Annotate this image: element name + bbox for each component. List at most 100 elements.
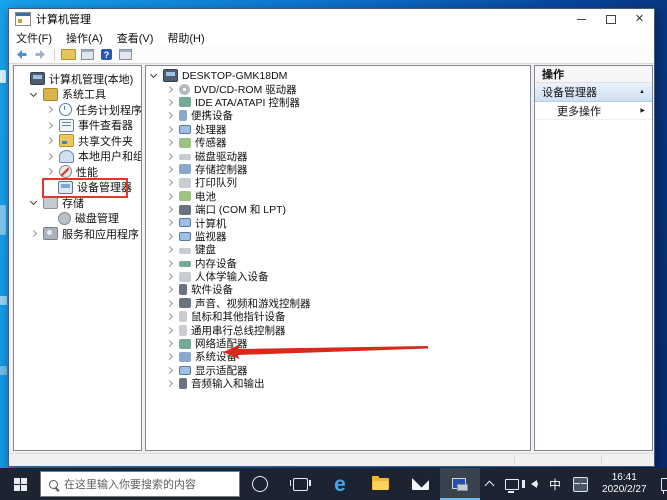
task-view-button[interactable] [280, 468, 320, 500]
more-actions-item[interactable]: 更多操作 ▶ [535, 102, 652, 120]
chevron-right-icon[interactable] [46, 106, 53, 113]
console-tree-icon[interactable] [61, 48, 76, 61]
device-row-ports[interactable]: 端口 (COM 和 LPT) [146, 203, 530, 216]
keyboard-layout-button[interactable] [567, 468, 594, 500]
chevron-right-icon[interactable] [166, 367, 173, 374]
chevron-right-icon[interactable] [166, 112, 173, 119]
collapse-arrow-icon[interactable]: ▲ [639, 89, 645, 95]
device-row-display[interactable]: 显示适配器 [146, 364, 530, 377]
device-row-hid[interactable]: 人体学输入设备 [146, 270, 530, 283]
tray-overflow-button[interactable] [480, 468, 499, 500]
forward-icon[interactable] [33, 48, 48, 61]
chevron-right-icon[interactable] [166, 353, 173, 360]
taskbar-search-box[interactable]: 在这里输入你要搜索的内容 [40, 471, 240, 497]
device-row-battery[interactable]: 电池 [146, 190, 530, 203]
chevron-right-icon[interactable] [166, 327, 173, 334]
back-icon[interactable] [14, 48, 29, 61]
chevron-right-icon[interactable] [166, 246, 173, 253]
sidebar-item-device-manager[interactable]: 设备管理器 [14, 180, 141, 196]
action-pane-icon[interactable] [118, 48, 133, 61]
device-root-row[interactable]: DESKTOP-GMK18DM [146, 69, 530, 82]
volume-button[interactable] [525, 468, 543, 500]
mail-button[interactable] [400, 468, 440, 500]
chevron-right-icon[interactable] [166, 206, 173, 213]
menu-action[interactable]: 操作(A) [59, 30, 110, 46]
device-row-print-queue[interactable]: 打印队列 [146, 176, 530, 189]
device-row-sound[interactable]: 声音、视频和游戏控制器 [146, 297, 530, 310]
device-row-audio[interactable]: 音频输入和输出 [146, 377, 530, 390]
chevron-right-icon[interactable] [166, 86, 173, 93]
device-row-disk-drive[interactable]: 磁盘驱动器 [146, 149, 530, 162]
client-area: 计算机管理(本地) 系统工具 任务计划程序 事件查看器 共享文件夹 本地用户和组… [9, 64, 654, 453]
help-icon[interactable]: ? [99, 48, 114, 61]
chevron-right-icon[interactable] [166, 219, 173, 226]
action-center-button[interactable] [655, 468, 667, 500]
chevron-right-icon[interactable] [166, 286, 173, 293]
minimize-button[interactable] [567, 9, 596, 29]
title-bar[interactable]: 计算机管理 ✕ [9, 9, 654, 29]
chevron-right-icon[interactable] [46, 122, 53, 129]
device-row-ide[interactable]: IDE ATA/ATAPI 控制器 [146, 96, 530, 109]
start-button[interactable] [0, 468, 40, 500]
sidebar-item-storage[interactable]: 存储 [14, 195, 141, 211]
sidebar-item-task-scheduler[interactable]: 任务计划程序 [14, 102, 141, 118]
battery-icon [179, 191, 191, 201]
taskbar-clock[interactable]: 16:41 2020/2/27 [594, 472, 655, 496]
sidebar-item-performance[interactable]: 性能 [14, 164, 141, 180]
edge-button[interactable]: e [320, 468, 360, 500]
device-row-processor[interactable]: 处理器 [146, 123, 530, 136]
sidebar-item-disk-management[interactable]: 磁盘管理 [14, 211, 141, 227]
ime-indicator[interactable]: 中 [543, 468, 567, 500]
cortana-button[interactable] [240, 468, 280, 500]
menu-help[interactable]: 帮助(H) [160, 30, 211, 46]
chevron-right-icon[interactable] [46, 137, 53, 144]
sidebar-item-shared-folders[interactable]: 共享文件夹 [14, 133, 141, 149]
chevron-down-icon[interactable] [30, 198, 37, 205]
file-explorer-button[interactable] [360, 468, 400, 500]
chevron-right-icon[interactable] [166, 313, 173, 320]
chevron-right-icon[interactable] [166, 380, 173, 387]
chevron-right-icon[interactable] [166, 233, 173, 240]
chevron-right-icon[interactable] [46, 168, 53, 175]
chevron-right-icon[interactable] [166, 193, 173, 200]
actions-group-device-manager[interactable]: 设备管理器 ▲ [535, 83, 652, 102]
chevron-down-icon[interactable] [30, 90, 37, 97]
device-row-mouse[interactable]: 鼠标和其他指针设备 [146, 310, 530, 323]
device-row-computer[interactable]: 计算机 [146, 216, 530, 229]
device-row-sensor[interactable]: 传感器 [146, 136, 530, 149]
chevron-right-icon[interactable] [30, 230, 37, 237]
sidebar-item-computer-management[interactable]: 计算机管理(本地) [14, 71, 141, 87]
chevron-right-icon[interactable] [166, 152, 173, 159]
chevron-right-icon[interactable] [166, 260, 173, 267]
chevron-right-icon[interactable] [46, 153, 53, 160]
device-row-usb[interactable]: 通用串行总线控制器 [146, 323, 530, 336]
device-row-system-devices[interactable]: 系统设备 [146, 350, 530, 363]
chevron-right-icon[interactable] [166, 300, 173, 307]
chevron-right-icon[interactable] [166, 99, 173, 106]
properties-window-icon[interactable] [80, 48, 95, 61]
close-button[interactable]: ✕ [625, 9, 654, 29]
chevron-right-icon[interactable] [166, 126, 173, 133]
chevron-right-icon[interactable] [166, 273, 173, 280]
maximize-button[interactable] [596, 9, 625, 29]
device-row-storage-controller[interactable]: 存储控制器 [146, 163, 530, 176]
chevron-right-icon[interactable] [166, 139, 173, 146]
device-row-monitor[interactable]: 监视器 [146, 230, 530, 243]
chevron-right-icon[interactable] [166, 166, 173, 173]
chevron-down-icon[interactable] [150, 71, 157, 78]
device-row-memory[interactable]: 内存设备 [146, 256, 530, 269]
device-row-network[interactable]: 网络适配器 [146, 337, 530, 350]
menu-view[interactable]: 查看(V) [110, 30, 161, 46]
sidebar-item-system-tools[interactable]: 系统工具 [14, 87, 141, 103]
chevron-right-icon[interactable] [166, 340, 173, 347]
menu-file[interactable]: 文件(F) [9, 30, 59, 46]
sidebar-item-event-viewer[interactable]: 事件查看器 [14, 118, 141, 134]
computer-management-taskbar-button[interactable] [440, 468, 480, 500]
device-row-software[interactable]: 软件设备 [146, 283, 530, 296]
chevron-right-icon[interactable] [166, 179, 173, 186]
sidebar-item-local-users-groups[interactable]: 本地用户和组 [14, 149, 141, 165]
sidebar-item-services-applications[interactable]: 服务和应用程序 [14, 226, 141, 242]
device-row-portable[interactable]: 便携设备 [146, 109, 530, 122]
device-row-keyboard[interactable]: 键盘 [146, 243, 530, 256]
device-row-dvd[interactable]: DVD/CD-ROM 驱动器 [146, 82, 530, 95]
